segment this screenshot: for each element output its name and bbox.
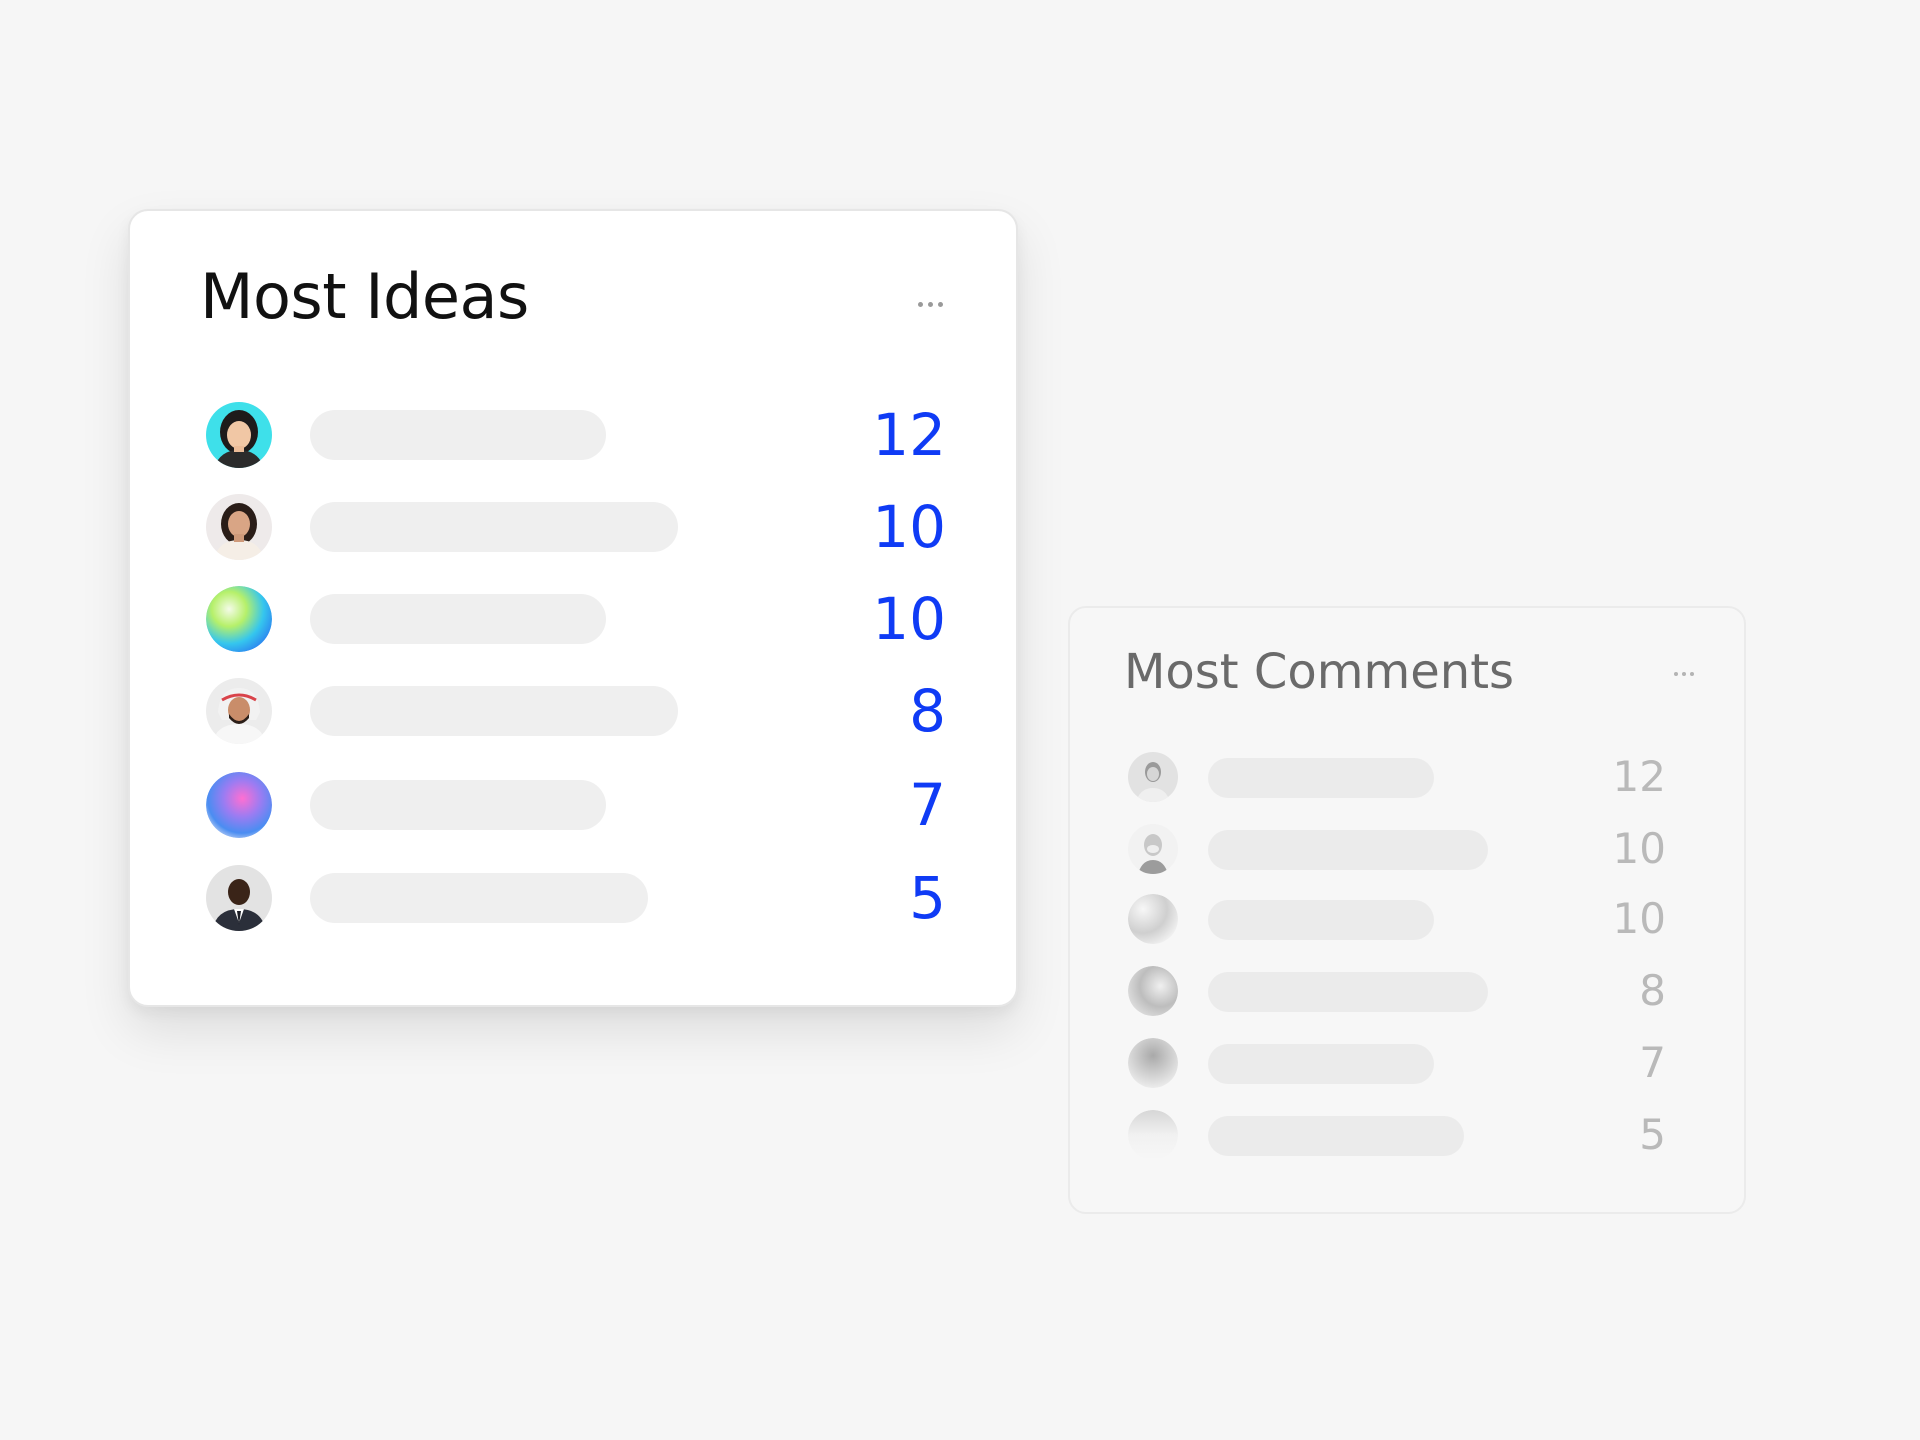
gradient-avatar (206, 586, 272, 652)
idea-count: 10 (872, 493, 946, 561)
name-placeholder-bar (310, 594, 606, 644)
comment-count: 7 (1639, 1038, 1666, 1087)
avatar (206, 402, 272, 468)
gradient-avatar (1128, 1038, 1178, 1088)
list-item[interactable]: 8 (206, 677, 946, 745)
name-placeholder-bar (310, 502, 678, 552)
idea-count: 5 (909, 864, 946, 932)
comment-count: 10 (1612, 824, 1666, 873)
name-placeholder-bar (310, 780, 606, 830)
avatar (1128, 752, 1178, 802)
list-item[interactable]: 10 (206, 585, 946, 653)
avatar (1128, 824, 1178, 874)
idea-count: 8 (909, 677, 946, 745)
list-item[interactable]: 10 (1128, 824, 1666, 874)
more-options-icon[interactable] (908, 289, 952, 319)
name-placeholder-bar (1208, 1044, 1434, 1084)
name-placeholder-bar (1208, 1116, 1464, 1156)
leaderboard-page: Most Ideas 12 10 10 8 7 5 Most Comments … (0, 0, 1920, 1440)
list-item[interactable]: 12 (206, 401, 946, 469)
most-ideas-title: Most Ideas (200, 260, 529, 333)
name-placeholder-bar (1208, 758, 1434, 798)
gradient-avatar (1128, 966, 1178, 1016)
list-item[interactable]: 5 (1128, 1110, 1666, 1160)
name-placeholder-bar (310, 873, 648, 923)
comment-count: 12 (1612, 752, 1666, 801)
name-placeholder-bar (1208, 972, 1488, 1012)
most-comments-title: Most Comments (1124, 644, 1515, 700)
list-item[interactable]: 7 (206, 771, 946, 839)
idea-count: 12 (872, 401, 946, 469)
list-item[interactable]: 12 (1128, 752, 1666, 802)
comment-count: 5 (1639, 1110, 1666, 1159)
avatar (206, 678, 272, 744)
gradient-avatar (206, 772, 272, 838)
comment-count: 10 (1612, 894, 1666, 943)
name-placeholder-bar (310, 410, 606, 460)
idea-count: 10 (872, 585, 946, 653)
more-options-icon[interactable] (1664, 662, 1704, 686)
name-placeholder-bar (1208, 830, 1488, 870)
most-comments-card: Most Comments 12 10 10 8 7 5 (1068, 606, 1746, 1214)
list-item[interactable]: 10 (206, 493, 946, 561)
avatar (206, 494, 272, 560)
most-ideas-card: Most Ideas 12 10 10 8 7 5 (128, 209, 1018, 1007)
name-placeholder-bar (1208, 900, 1434, 940)
list-item[interactable]: 8 (1128, 966, 1666, 1016)
gradient-avatar (1128, 894, 1178, 944)
name-placeholder-bar (310, 686, 678, 736)
comment-count: 8 (1639, 966, 1666, 1015)
gradient-avatar (1128, 1110, 1178, 1160)
idea-count: 7 (909, 771, 946, 839)
list-item[interactable]: 10 (1128, 894, 1666, 944)
list-item[interactable]: 7 (1128, 1038, 1666, 1088)
avatar (206, 865, 272, 931)
list-item[interactable]: 5 (206, 864, 946, 932)
